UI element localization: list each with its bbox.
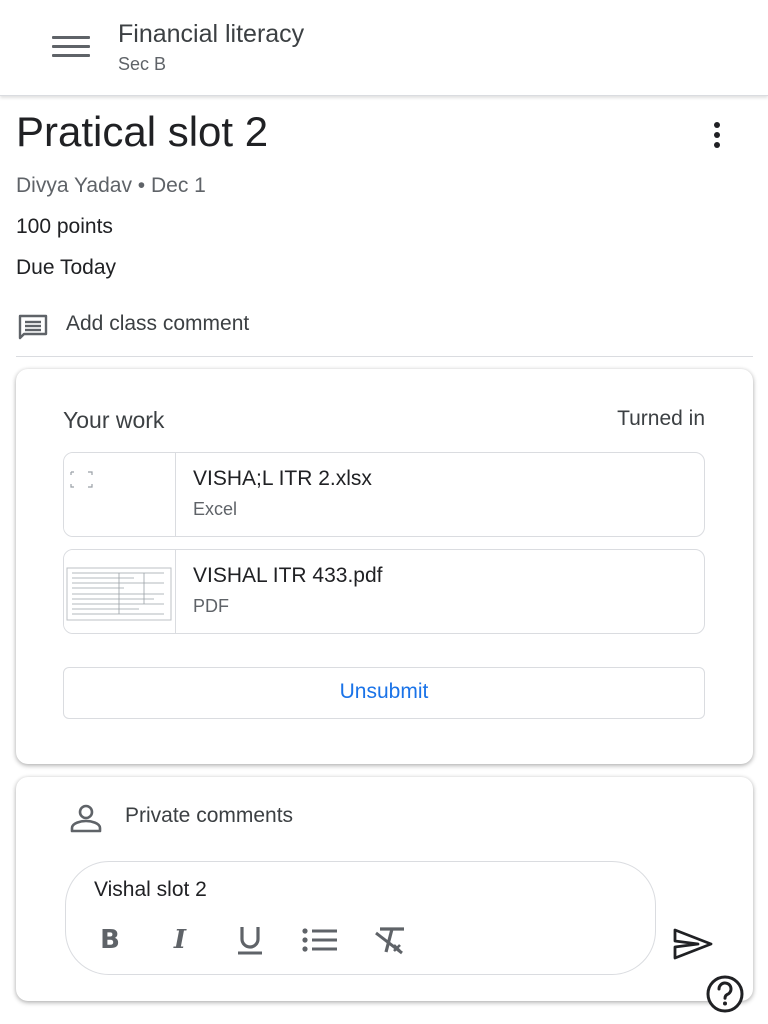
attachment-name: VISHA;L ITR 2.xlsx [193, 467, 372, 490]
send-icon[interactable] [672, 927, 714, 961]
attachment-type: PDF [193, 596, 229, 616]
add-class-comment-label: Add class comment [66, 312, 250, 335]
attachment-xlsx[interactable]: VISHA;L ITR 2.xlsx Excel [63, 452, 705, 537]
class-section: Sec B [118, 54, 167, 74]
your-work-title: Your work [63, 407, 165, 433]
submission-status: Turned in [617, 407, 705, 430]
bold-icon[interactable]: B [90, 920, 130, 960]
underline-icon[interactable] [230, 920, 270, 960]
private-comment-input[interactable]: Vishal slot 2 B I [65, 861, 656, 975]
attachment-name: VISHAL ITR 433.pdf [193, 564, 383, 587]
assignment-title: Pratical slot 2 [16, 108, 269, 155]
spreadsheet-thumbnail-icon [64, 453, 176, 536]
private-comments-title: Private comments [125, 804, 294, 827]
more-options-icon[interactable] [708, 122, 726, 150]
attachment-type: Excel [193, 499, 238, 519]
comment-icon [18, 314, 48, 340]
app-bar: Financial literacy Sec B [0, 0, 768, 96]
assignment-points: 100 points [16, 215, 113, 238]
your-work-card: Your work Turned in VISHA;L ITR 2.xlsx E… [16, 369, 753, 764]
unsubmit-button[interactable]: Unsubmit [63, 667, 705, 719]
help-icon[interactable] [704, 973, 746, 1015]
private-comments-card: Private comments Vishal slot 2 B I [16, 777, 753, 1001]
class-title: Financial literacy [118, 20, 305, 48]
bulleted-list-icon[interactable] [300, 920, 340, 960]
add-class-comment-button[interactable]: Add class comment [16, 306, 753, 346]
assignment-due: Due Today [16, 256, 117, 279]
pdf-document-thumbnail-icon [64, 550, 176, 633]
italic-icon[interactable]: I [160, 920, 200, 960]
assignment-meta: Divya Yadav • Dec 1 [16, 174, 206, 197]
person-icon [70, 804, 102, 833]
divider [16, 356, 753, 357]
attachment-pdf[interactable]: VISHAL ITR 433.pdf PDF [63, 549, 705, 634]
menu-icon[interactable] [52, 36, 90, 60]
clear-formatting-icon[interactable] [370, 920, 410, 960]
private-comment-text[interactable]: Vishal slot 2 [94, 878, 207, 902]
